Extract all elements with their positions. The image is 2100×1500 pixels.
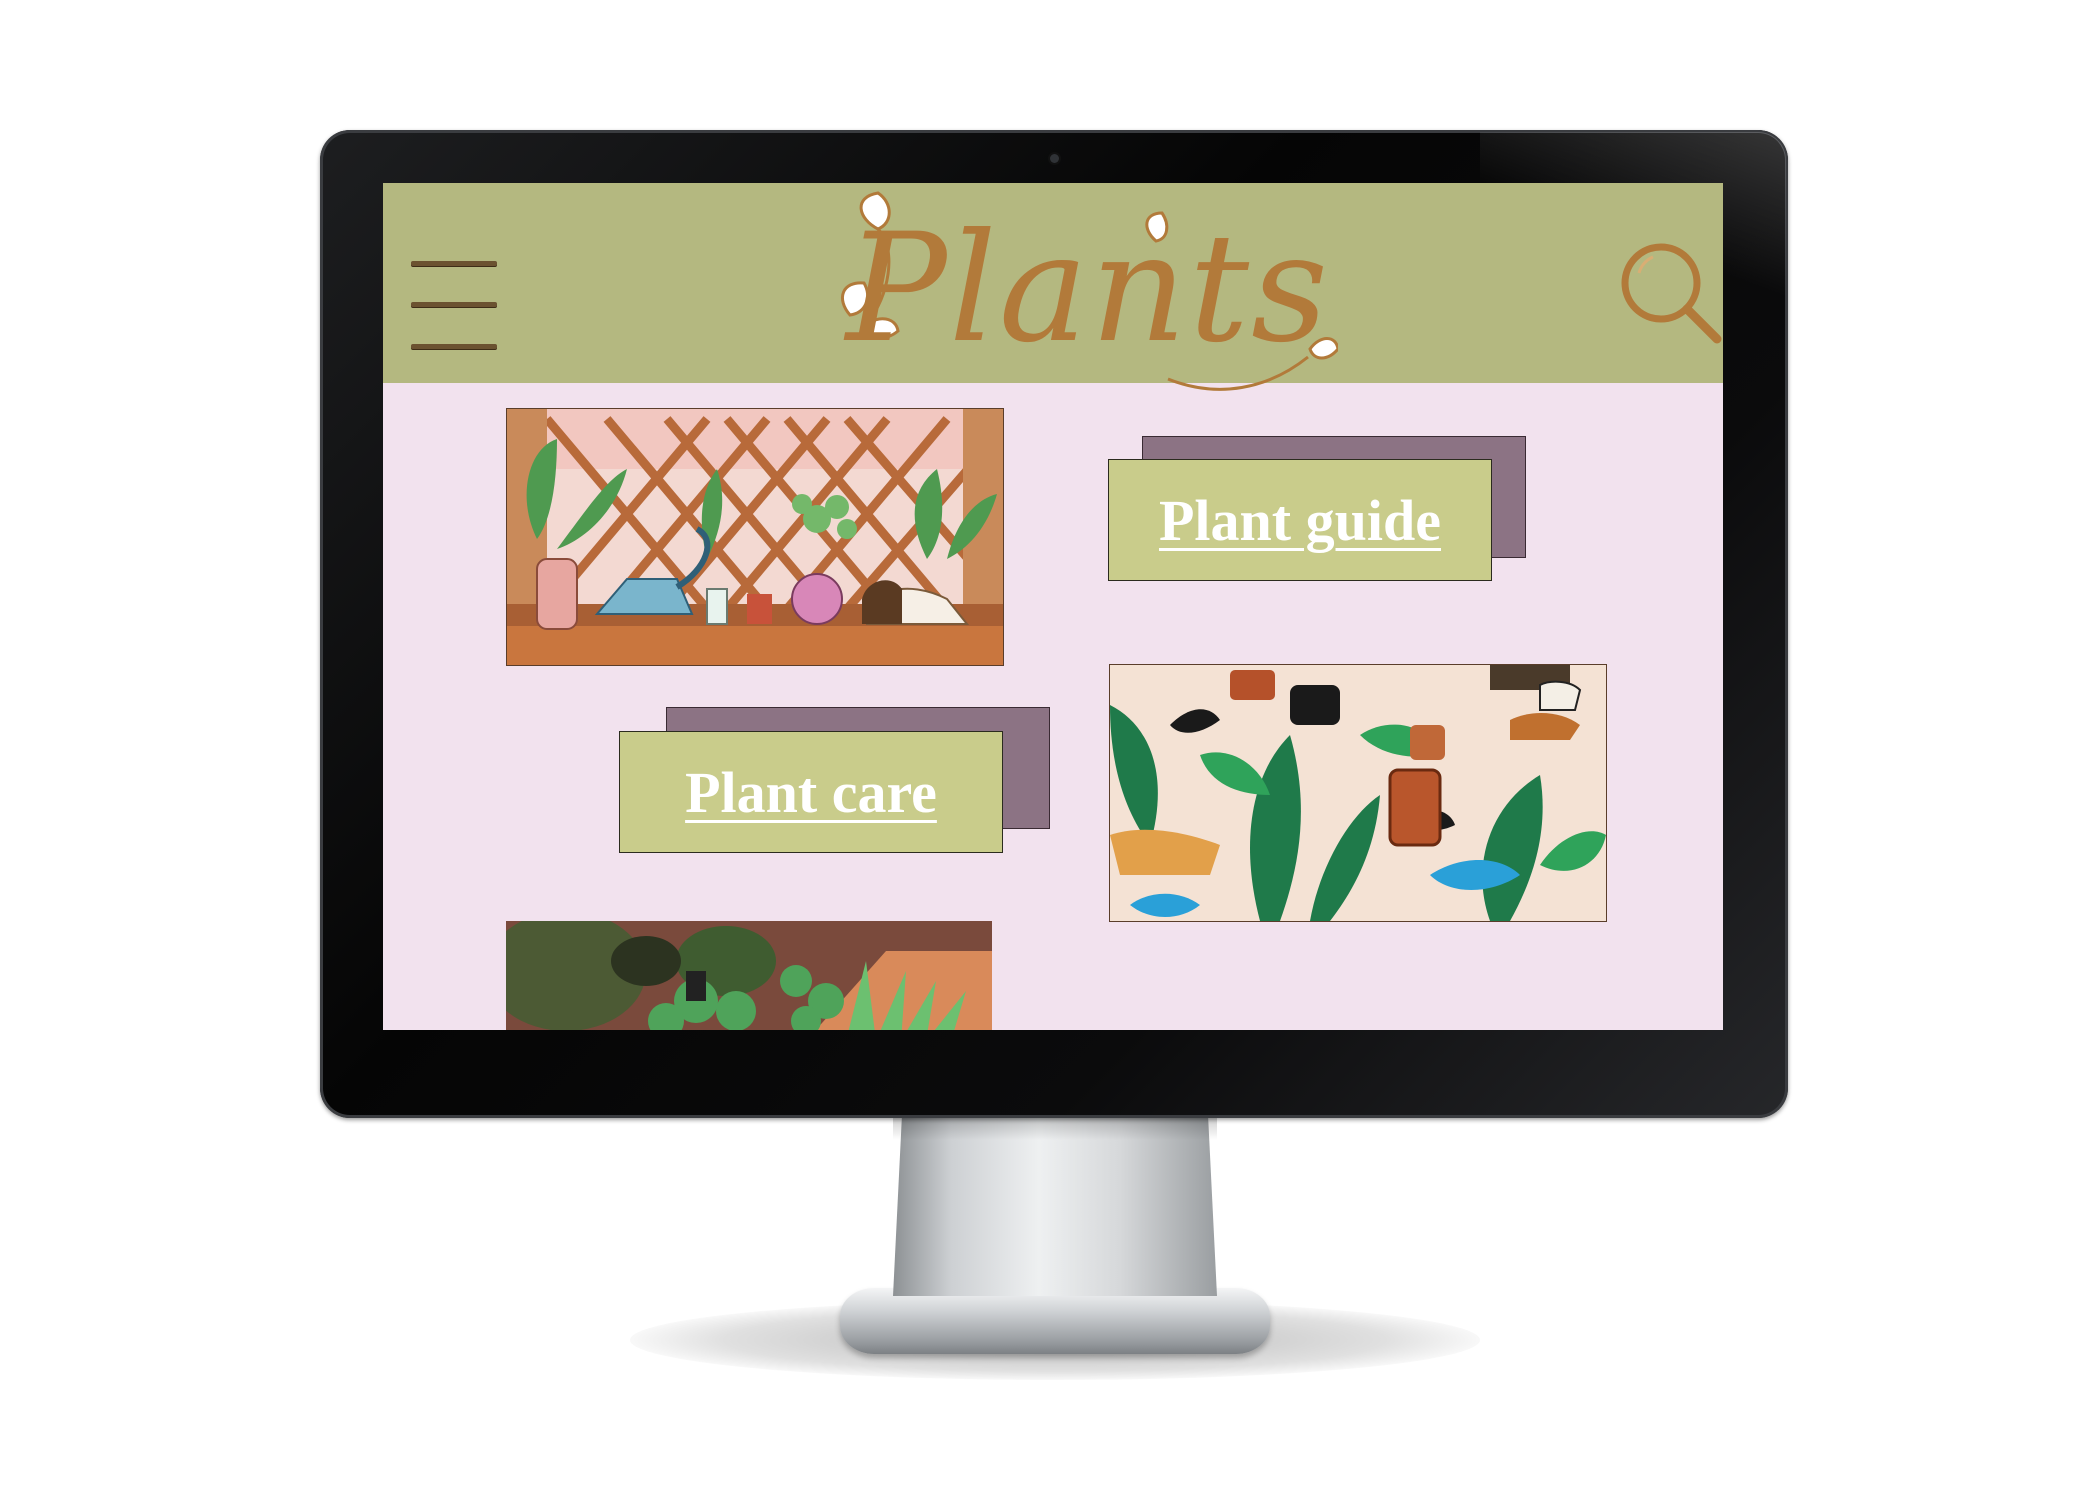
webcam-dot	[1050, 154, 1059, 163]
site-header: Plants	[383, 183, 1723, 391]
windowsill-plants-illustration	[506, 408, 1004, 666]
website-screen: Plants Plant guide Plant care	[383, 183, 1723, 1030]
plant-care-button[interactable]: Plant care	[619, 731, 1003, 853]
menu-bar	[411, 302, 497, 307]
plant-care-link[interactable]: Plant care	[620, 732, 1002, 852]
search-icon[interactable]	[1613, 235, 1723, 345]
site-logo[interactable]: Plants	[838, 189, 1338, 399]
menu-bar	[411, 261, 497, 266]
plant-guide-button[interactable]: Plant guide	[1108, 459, 1492, 581]
hamburger-menu-icon[interactable]	[411, 261, 497, 353]
plant-guide-link[interactable]: Plant guide	[1109, 460, 1491, 580]
jungle-plants-illustration	[1109, 664, 1607, 922]
monitor-stand-base	[840, 1288, 1270, 1354]
potted-plants-illustration	[506, 921, 992, 1030]
logo-text: Plants	[845, 202, 1331, 376]
menu-bar	[411, 344, 497, 349]
